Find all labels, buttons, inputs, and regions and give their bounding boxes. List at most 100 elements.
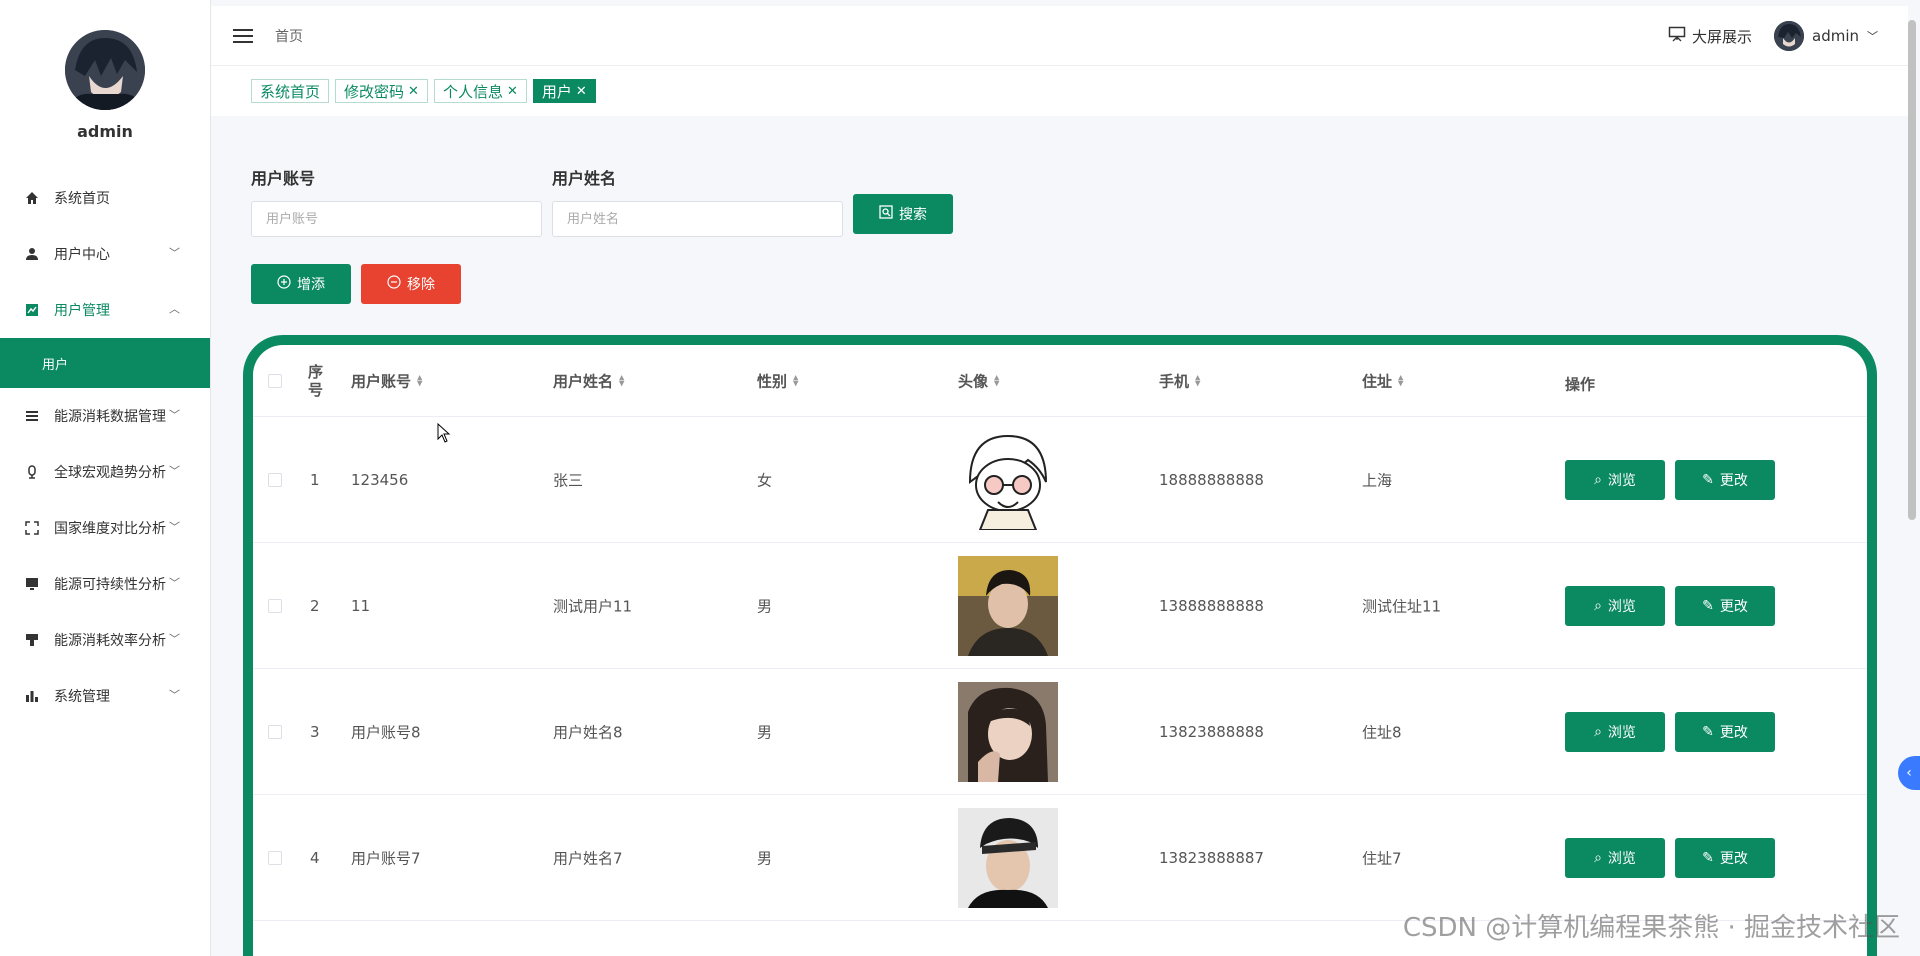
header-avatar[interactable]: 头像 ▲ ▼ [958,370,999,391]
chevron-down-icon: ﹀ [169,576,180,590]
sidebar-item-label: 系统首页 [54,191,110,207]
sidebar-item-user-management[interactable]: 用户管理 ︿ [0,282,210,338]
sort-icon[interactable]: ▲ ▼ [1195,374,1200,387]
edit-button[interactable]: ✎ 更改 [1675,837,1775,878]
header-account[interactable]: 用户账号 ▲ ▼ [351,370,422,391]
fullscreen-icon [24,520,40,536]
sidebar: admin 系统首页 用户中心 ﹀ 用户管理 ︿ 用户 能源消耗数据管理 ﹀ 全… [0,0,211,956]
search-icon: ⌕ [1594,849,1602,866]
view-button[interactable]: ⌕ 浏览 [1565,837,1665,878]
name-field: 用户姓名 [552,165,843,237]
tab-label: 个人信息 [442,82,503,101]
sidebar-item-label: 用户中心 [54,247,110,263]
view-button-label: 浏览 [1607,598,1636,615]
cell-name: 用户姓名7 [553,849,623,867]
edit-button[interactable]: ✎ 更改 [1675,711,1775,752]
sidebar-item-label: 用户管理 [54,303,110,319]
chevron-down-icon: ﹀ [169,464,180,478]
search-icon: ⌕ [1594,723,1602,740]
search-button[interactable]: 搜索 [853,194,953,234]
profile-username: admin [77,122,133,141]
table-row: 3 用户账号8 用户姓名8 男 13823888888 住址8 ⌕ 浏览 ✎ 更改 [253,669,1867,795]
cell-address: 上海 [1362,471,1393,489]
chevron-down-icon: ﹀ [169,688,180,702]
sort-icon[interactable]: ▲ ▼ [417,374,422,387]
sidebar-item-sustainability[interactable]: 能源可持续性分析 ﹀ [0,556,210,612]
add-button-label: 增添 [297,277,325,293]
user-name: admin [1812,27,1859,45]
user-table: 序号 用户账号 ▲ ▼ 用户姓名 ▲ ▼ 性别 ▲ ▼ 头像 ▲ ▼ 手机 ▲ ▼ 住址 ▲ ▼ 操作 … [243,335,1877,956]
sidebar-item-country-compare[interactable]: 国家维度对比分析 ﹀ [0,500,210,556]
tab-home[interactable]: 系统首页 [251,79,330,103]
mic-icon [24,464,40,480]
edit-button[interactable]: ✎ 更改 [1675,459,1775,500]
sort-icon[interactable]: ▲ ▼ [793,374,798,387]
cell-phone: 13823888887 [1159,848,1264,867]
sidebar-item-label: 能源消耗数据管理 [54,409,166,425]
header-name[interactable]: 用户姓名 ▲ ▼ [553,370,624,391]
sidebar-item-system[interactable]: 系统管理 ﹀ [0,668,210,724]
sort-icon[interactable]: ▲ ▼ [619,374,624,387]
header-gender[interactable]: 性别 ▲ ▼ [757,370,798,391]
cell-account: 用户账号8 [351,723,421,741]
menu-toggle-icon[interactable] [233,26,253,46]
chevron-up-icon: ︿ [169,302,180,316]
chevron-left-icon[interactable]: ‹ [1898,756,1920,790]
edit-button-label: 更改 [1719,472,1748,489]
sidebar-item-efficiency[interactable]: 能源消耗效率分析 ﹀ [0,612,210,668]
row-checkbox[interactable] [268,472,282,487]
edit-icon: ✎ [1702,597,1714,614]
close-icon[interactable]: ✕ [507,84,518,99]
header-address[interactable]: 住址 ▲ ▼ [1362,370,1403,391]
table-row: 4 用户账号7 用户姓名7 男 13823888887 住址7 ⌕ 浏览 ✎ 更改 [253,795,1867,921]
page-scrollbar[interactable] [1908,20,1916,520]
chevron-down-icon: ﹀ [169,520,180,534]
edit-icon: ✎ [1702,849,1714,866]
search-icon [879,205,893,223]
header-phone[interactable]: 手机 ▲ ▼ [1159,370,1200,391]
account-input[interactable] [251,201,542,237]
name-input[interactable] [552,201,843,237]
plus-circle-icon [277,275,291,293]
cell-phone: 13823888888 [1159,722,1264,741]
delete-button[interactable]: 移除 [361,264,461,304]
view-button[interactable]: ⌕ 浏览 [1565,459,1665,500]
tab-user[interactable]: 用户 ✕ [532,79,596,103]
add-button[interactable]: 增添 [251,264,351,304]
sort-icon[interactable]: ▲ ▼ [1398,374,1403,387]
sidebar-item-label: 国家维度对比分析 [54,521,166,537]
sidebar-item-global-trend[interactable]: 全球宏观趋势分析 ﹀ [0,444,210,500]
breadcrumb[interactable]: 首页 [275,26,303,46]
chevron-down-icon: ﹀ [169,246,180,260]
edit-button[interactable]: ✎ 更改 [1675,585,1775,626]
close-icon[interactable]: ✕ [408,84,419,99]
list-icon [24,408,40,424]
delete-button-label: 移除 [407,277,435,293]
cell-address: 测试住址11 [1362,597,1442,615]
tab-change-password[interactable]: 修改密码 ✕ [335,79,428,103]
row-checkbox[interactable] [268,724,282,739]
table-row: 1 123456 张三 女 18888888888 上海 ⌕ 浏览 ✎ 更改 [253,417,1867,543]
avatar[interactable] [65,30,145,110]
bigscreen-button[interactable]: 大屏展示 [1668,26,1752,47]
sidebar-item-home[interactable]: 系统首页 [0,170,210,226]
tab-bar: 系统首页 修改密码 ✕ 个人信息 ✕ 用户 ✕ [211,66,1908,116]
row-checkbox[interactable] [268,598,282,613]
sidebar-item-user-center[interactable]: 用户中心 ﹀ [0,226,210,282]
user-dropdown[interactable]: admin ﹀ [1774,21,1878,51]
close-icon[interactable]: ✕ [576,84,587,99]
sidebar-item-energy-data[interactable]: 能源消耗数据管理 ﹀ [0,388,210,444]
sidebar-item-label: 能源消耗效率分析 [54,633,166,649]
tab-label: 用户 [541,82,572,101]
user-avatar-image [958,807,1058,908]
cell-index: 3 [310,722,320,741]
view-button[interactable]: ⌕ 浏览 [1565,711,1665,752]
select-all-checkbox[interactable] [268,373,282,388]
sidebar-subitem-user[interactable]: 用户 [0,338,210,388]
sort-icon[interactable]: ▲ ▼ [994,374,999,387]
tab-personal-info[interactable]: 个人信息 ✕ [433,79,527,103]
row-checkbox[interactable] [268,850,282,865]
view-button[interactable]: ⌕ 浏览 [1565,585,1665,626]
cell-phone: 13888888888 [1159,596,1264,615]
cell-phone: 18888888888 [1159,470,1264,489]
